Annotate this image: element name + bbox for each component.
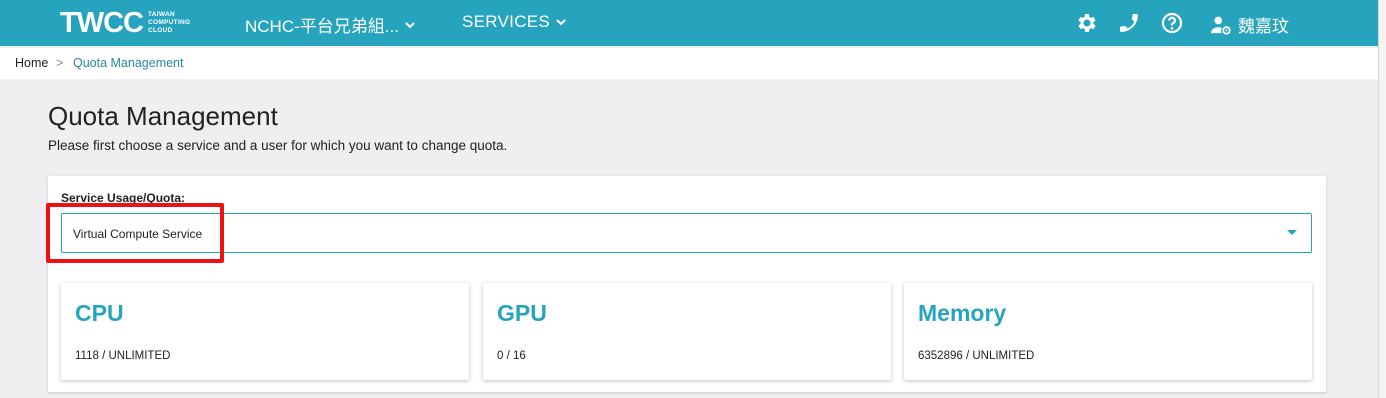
breadcrumb-separator: > bbox=[56, 56, 64, 70]
user-menu[interactable]: 魏嘉玟 bbox=[1210, 12, 1289, 37]
service-select[interactable]: Virtual Compute Service bbox=[61, 213, 1312, 253]
quota-card-value: 0 / 16 bbox=[497, 350, 526, 362]
chevron-down-icon bbox=[556, 19, 566, 26]
services-label: SERVICES bbox=[462, 12, 551, 31]
highlight-box bbox=[46, 203, 224, 263]
quota-card-title: CPU bbox=[75, 300, 124, 326]
breadcrumb-home-link[interactable]: Home bbox=[15, 56, 48, 70]
page-title: Quota Management bbox=[48, 101, 278, 131]
twcc-logo[interactable]: TWCC TAIWAN COMPUTING CLOUD bbox=[60, 8, 190, 38]
logo-subtitle: TAIWAN COMPUTING CLOUD bbox=[147, 11, 191, 34]
quota-card-title: Memory bbox=[918, 300, 1007, 326]
scrollbar[interactable] bbox=[1378, 0, 1386, 398]
quota-card-cpu: CPU 1118 / UNLIMITED bbox=[61, 283, 469, 380]
caret-down-icon bbox=[1287, 230, 1297, 235]
quota-card-memory: Memory 6352896 / UNLIMITED bbox=[904, 283, 1312, 380]
services-dropdown[interactable]: SERVICES bbox=[462, 12, 567, 32]
quota-card-gpu: GPU 0 / 16 bbox=[483, 283, 891, 380]
breadcrumb: Home > Quota Management bbox=[0, 48, 1378, 79]
project-label: NCHC-平台兄弟組... bbox=[245, 17, 399, 36]
user-settings-icon bbox=[1211, 16, 1231, 35]
phone-icon[interactable] bbox=[1117, 11, 1141, 35]
quota-card-title: GPU bbox=[497, 300, 547, 326]
gear-icon[interactable] bbox=[1074, 11, 1098, 35]
project-dropdown[interactable]: NCHC-平台兄弟組... bbox=[245, 12, 416, 37]
top-navigation-bar: TWCC TAIWAN COMPUTING CLOUD NCHC-平台兄弟組..… bbox=[0, 0, 1378, 46]
chevron-down-icon bbox=[405, 21, 415, 28]
breadcrumb-current[interactable]: Quota Management bbox=[73, 56, 184, 70]
help-icon[interactable] bbox=[1160, 11, 1184, 35]
user-name: 魏嘉玟 bbox=[1238, 17, 1289, 36]
quota-card-value: 1118 / UNLIMITED bbox=[75, 350, 171, 362]
logo-text: TWCC bbox=[60, 7, 144, 39]
quota-card-value: 6352896 / UNLIMITED bbox=[918, 350, 1035, 362]
page-description: Please first choose a service and a user… bbox=[48, 138, 508, 153]
quota-panel: Service Usage/Quota: Virtual Compute Ser… bbox=[48, 176, 1326, 392]
